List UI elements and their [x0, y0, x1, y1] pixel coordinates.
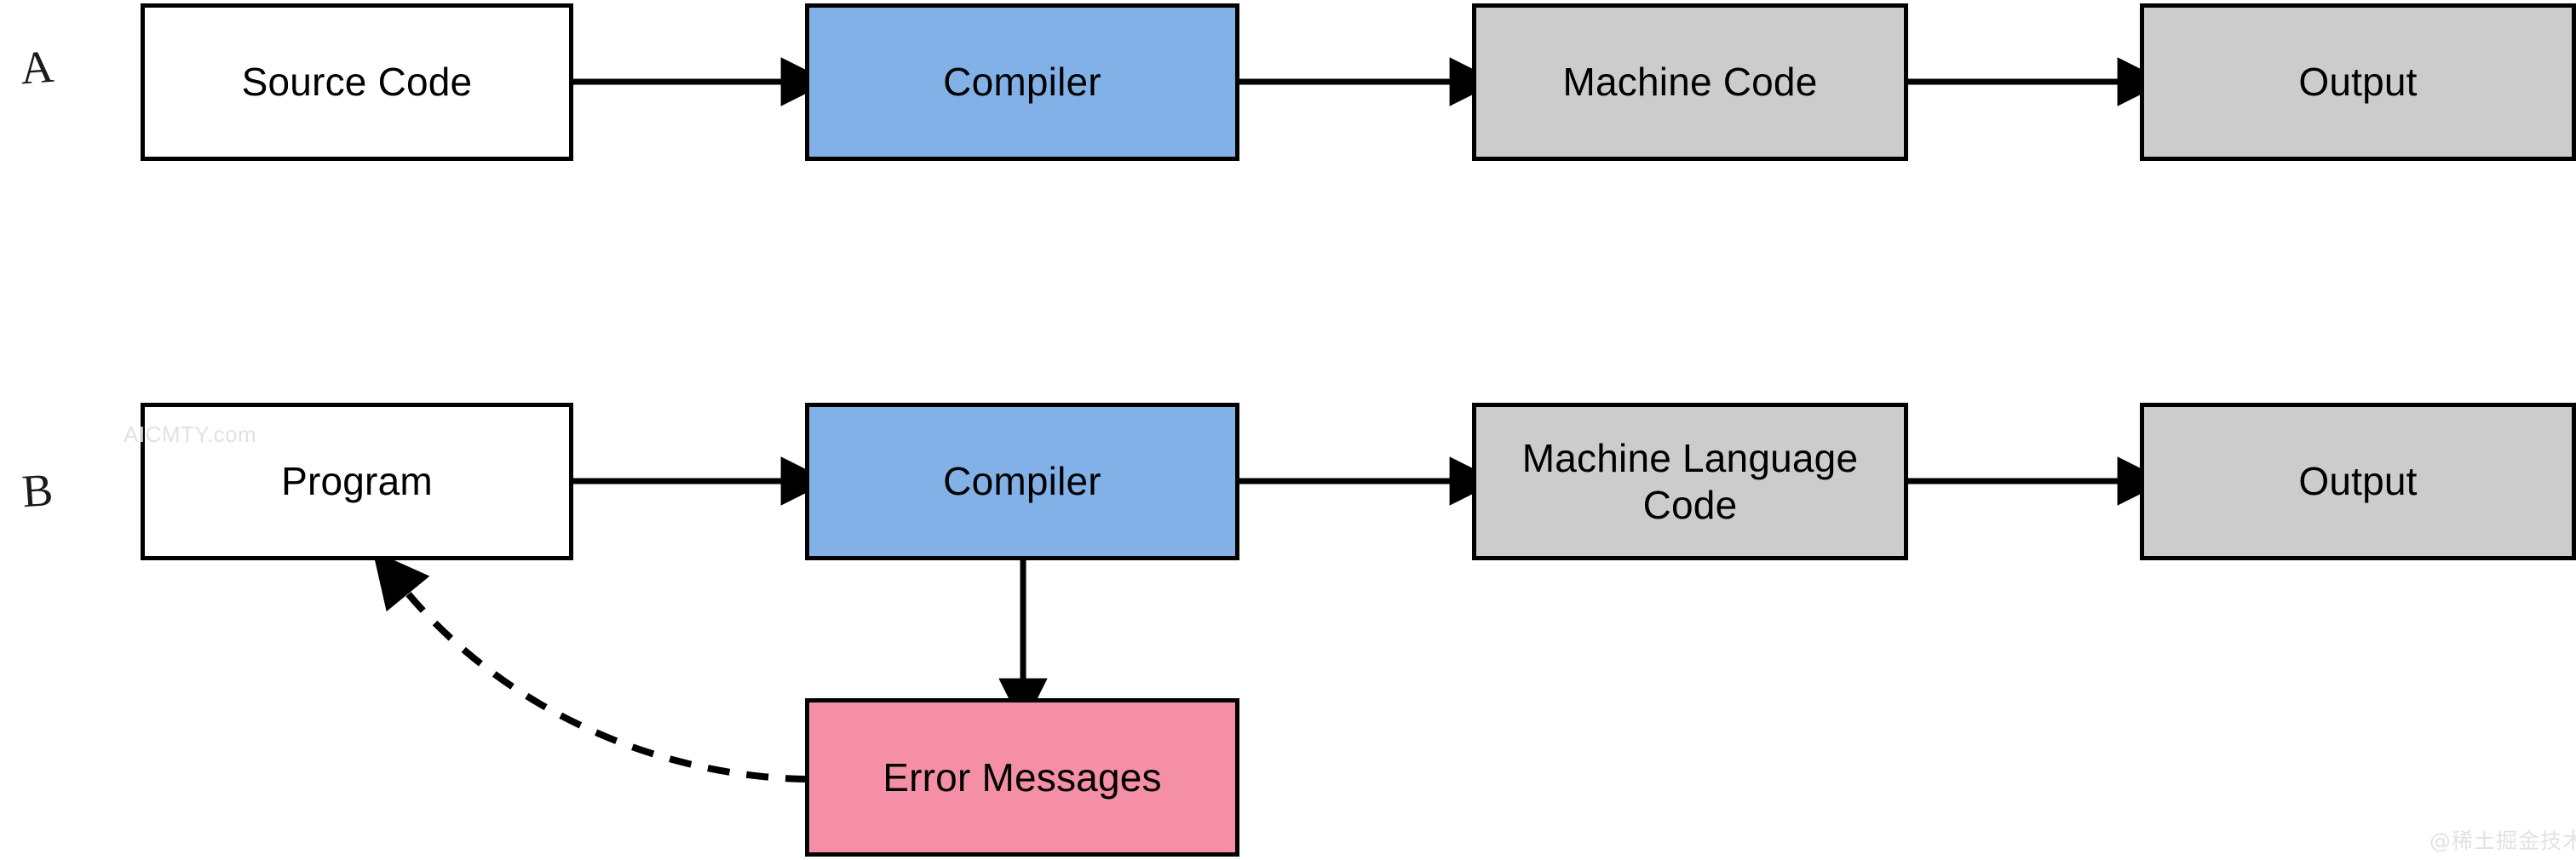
- node-output-b[interactable]: Output: [2140, 403, 2576, 560]
- watermark-right: @稀土掘金技术社区: [2429, 828, 2576, 853]
- diagram-canvas: A B Source Code Compiler Machine Code Ou…: [0, 0, 2576, 860]
- node-machine-language-code[interactable]: Machine Language Code: [1472, 403, 1908, 560]
- node-compiler-a[interactable]: Compiler: [805, 3, 1239, 161]
- edge-b-error-messages-to-program-feedback: [372, 550, 808, 783]
- node-output-a[interactable]: Output: [2140, 3, 2576, 161]
- node-program[interactable]: Program: [141, 403, 573, 560]
- node-machine-code[interactable]: Machine Code: [1472, 3, 1908, 161]
- node-compiler-b[interactable]: Compiler: [805, 403, 1239, 560]
- row-label-a: A: [18, 40, 56, 95]
- node-source-code[interactable]: Source Code: [141, 3, 573, 161]
- row-label-b: B: [20, 463, 55, 518]
- node-error-messages[interactable]: Error Messages: [805, 698, 1239, 857]
